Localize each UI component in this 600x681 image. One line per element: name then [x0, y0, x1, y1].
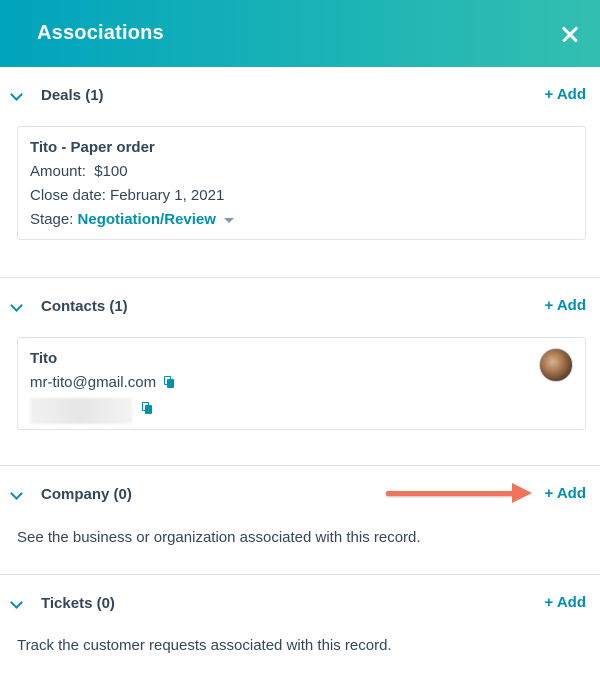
panel-title: Associations — [37, 22, 164, 44]
section-divider — [0, 574, 600, 575]
company-section-title[interactable]: Company (0) — [41, 486, 132, 503]
contact-email-value: mr-tito@gmail.com — [30, 374, 157, 391]
redacted-phone — [30, 398, 132, 424]
chevron-down-icon[interactable] — [10, 88, 23, 101]
add-contact-button[interactable]: + Add — [544, 297, 586, 314]
contact-name-link[interactable]: Tito — [30, 350, 57, 367]
caret-down-icon[interactable] — [223, 217, 234, 223]
deal-stage: Stage: Negotiation/Review — [30, 211, 234, 228]
add-ticket-button[interactable]: + Add — [544, 594, 586, 611]
deal-stage-select[interactable]: Negotiation/Review — [78, 211, 216, 228]
deals-section-header: Deals (1) + Add — [0, 86, 600, 107]
add-company-button[interactable]: + Add — [544, 485, 586, 502]
contacts-section-header: Contacts (1) + Add — [0, 297, 600, 318]
company-description: See the business or organization associa… — [17, 529, 421, 546]
copy-icon[interactable] — [142, 402, 152, 414]
deal-amount-value: $100 — [94, 163, 128, 180]
chevron-down-icon[interactable] — [10, 299, 23, 312]
panel-header: Associations — [0, 0, 600, 67]
deal-card: Tito - Paper order Amount: $100 Close da… — [17, 126, 586, 240]
tickets-section-header: Tickets (0) + Add — [0, 594, 600, 615]
deal-close-date: Close date: February 1, 2021 — [30, 187, 225, 204]
section-divider — [0, 277, 600, 278]
contact-avatar[interactable] — [539, 348, 573, 382]
contact-email: mr-tito@gmail.com — [30, 374, 175, 391]
chevron-down-icon[interactable] — [10, 487, 23, 500]
company-section-header: Company (0) + Add — [0, 485, 600, 506]
deal-stage-label: Stage: — [30, 211, 74, 228]
annotation-arrow-icon — [512, 483, 532, 503]
add-deal-button[interactable]: + Add — [544, 86, 586, 103]
deal-name-link[interactable]: Tito - Paper order — [30, 139, 155, 156]
contact-card: Tito mr-tito@gmail.com — [17, 337, 586, 430]
tickets-description: Track the customer requests associated w… — [17, 637, 392, 654]
deal-amount-label: Amount: — [30, 163, 86, 180]
chevron-down-icon[interactable] — [10, 596, 23, 609]
section-divider — [0, 465, 600, 466]
tickets-section-title[interactable]: Tickets (0) — [41, 595, 115, 612]
annotation-arrow-shaft — [386, 491, 516, 496]
deals-section-title[interactable]: Deals (1) — [41, 87, 104, 104]
contacts-section-title[interactable]: Contacts (1) — [41, 298, 128, 315]
copy-icon[interactable] — [164, 376, 175, 388]
deal-amount: Amount: $100 — [30, 163, 128, 180]
close-icon[interactable] — [556, 20, 584, 48]
